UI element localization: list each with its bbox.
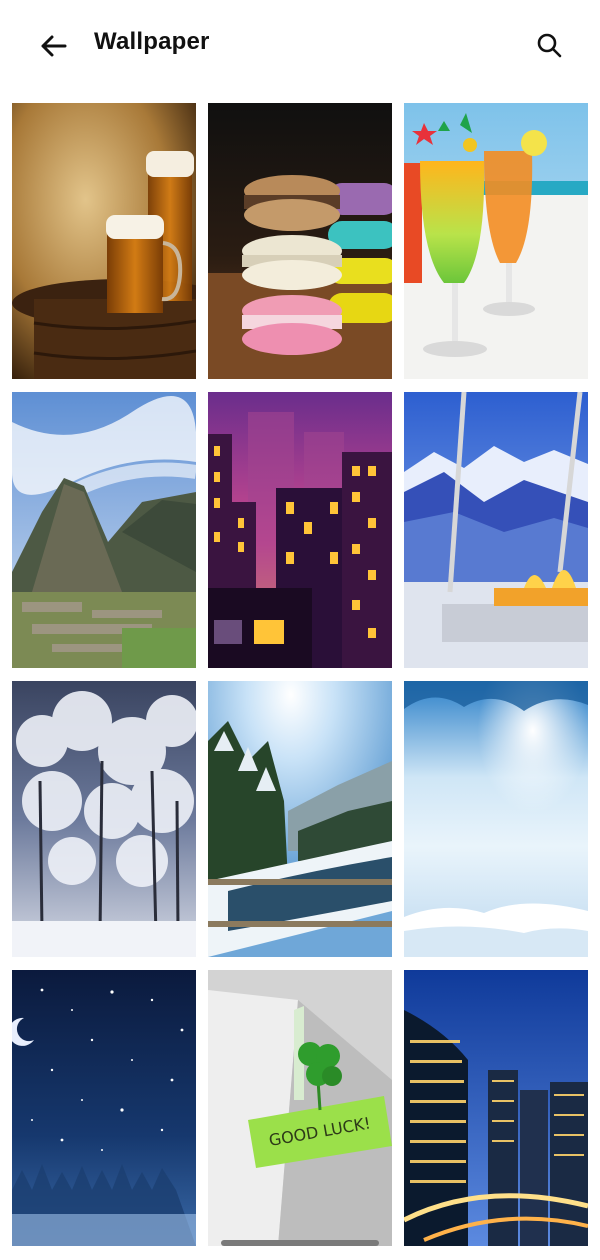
home-indicator[interactable]: [221, 1240, 379, 1246]
wallpaper-snowy-forest[interactable]: [12, 681, 196, 957]
wallpaper-cocktails-beach[interactable]: [404, 103, 588, 379]
page-title: Wallpaper: [94, 28, 210, 55]
wallpaper-starry-night[interactable]: [12, 970, 196, 1246]
search-icon: [537, 33, 562, 58]
top-app-bar: Wallpaper: [0, 0, 600, 90]
back-button[interactable]: [34, 26, 74, 66]
wallpaper-machu-picchu[interactable]: [12, 392, 196, 668]
wallpaper-city-skyline[interactable]: [404, 970, 588, 1246]
wallpaper-night-city[interactable]: [208, 392, 392, 668]
wallpaper-winter-river[interactable]: [208, 681, 392, 957]
wallpaper-mountain-fireplace[interactable]: [404, 392, 588, 668]
wallpaper-beer-mugs[interactable]: [12, 103, 196, 379]
wallpaper-macarons[interactable]: [208, 103, 392, 379]
wallpaper-snow-field[interactable]: [404, 681, 588, 957]
search-button[interactable]: [530, 26, 570, 66]
arrow-left-icon: [41, 35, 67, 57]
wallpaper-good-luck-clover[interactable]: GOOD LUCK!: [208, 970, 392, 1246]
